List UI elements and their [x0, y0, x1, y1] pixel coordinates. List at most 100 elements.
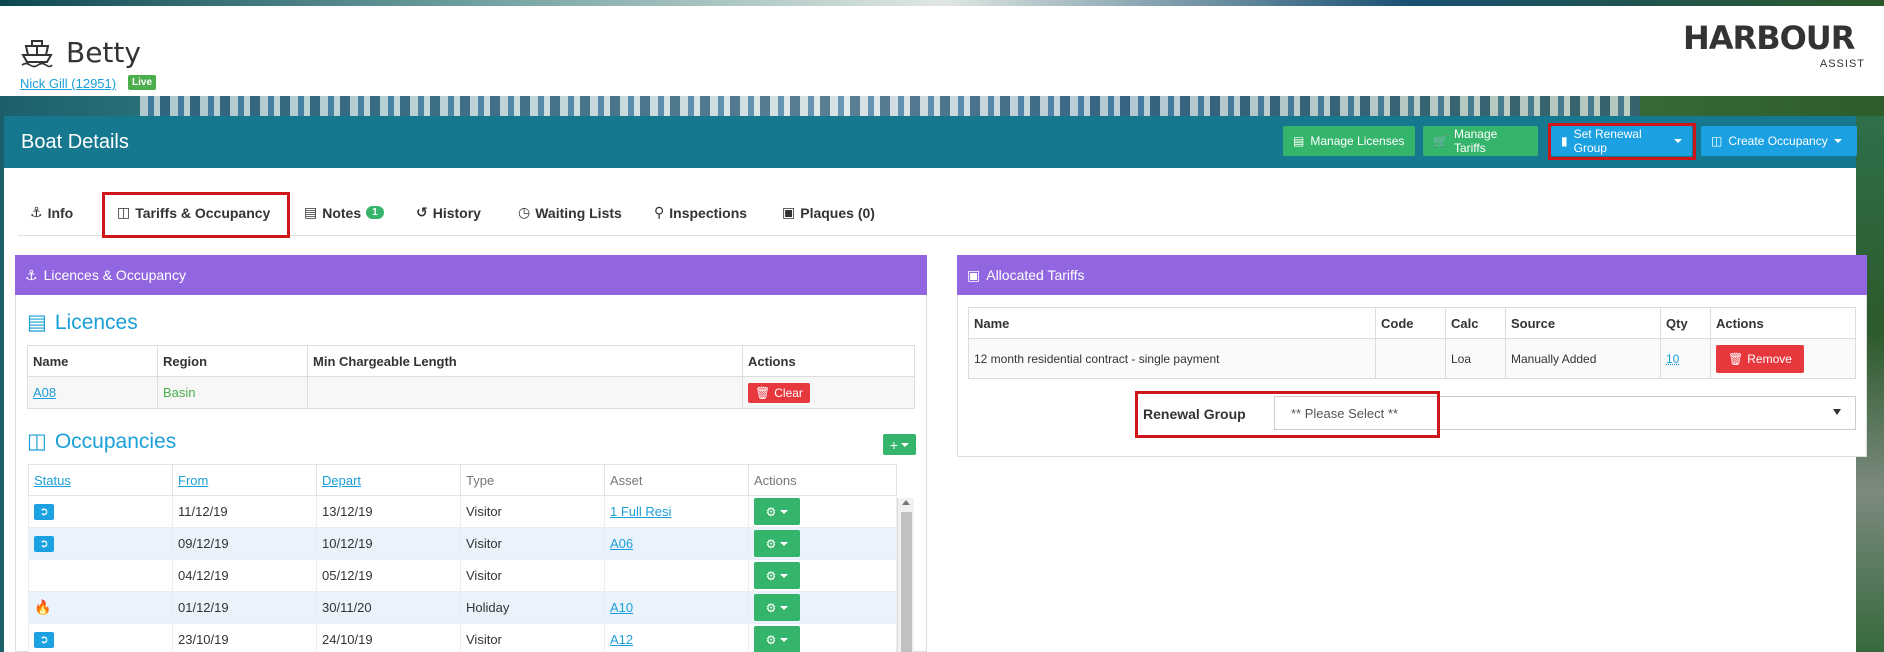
notes-count-badge: 1 [366, 206, 384, 219]
owner-link[interactable]: Nick Gill (12951) [20, 76, 116, 91]
col-qty: Qty [1660, 307, 1711, 339]
clear-button[interactable]: 🗑 Clear [748, 382, 810, 403]
chevron-down-icon [780, 509, 789, 514]
tab-notes-label: Notes [322, 204, 362, 221]
tab-plaques[interactable]: ▣ Plaques (0) [782, 204, 875, 221]
chevron-down-icon [1833, 139, 1842, 143]
occ-asset-link[interactable]: 1 Full Resi [610, 504, 671, 519]
occupancies-section-heading: ◫ Occupancies [27, 429, 176, 454]
clear-label: Clear [774, 385, 803, 400]
row-actions-button[interactable]: ⚙ [754, 498, 800, 525]
row-actions-button[interactable]: ⚙ [754, 594, 800, 621]
sort-status-link[interactable]: Status [34, 473, 71, 488]
occ-depart: 05/12/19 [316, 559, 461, 592]
occ-asset-link[interactable]: A06 [610, 536, 633, 551]
boat-name: Betty [66, 36, 141, 69]
occ-depart: 24/10/19 [316, 623, 461, 652]
col-name: Name [968, 307, 1376, 339]
live-status-badge: Live [128, 75, 157, 90]
cart-icon: 🛒 [1433, 134, 1448, 148]
create-occupancy-button[interactable]: ◫ Create Occupancy [1701, 126, 1857, 156]
clock-icon: ◷ [518, 204, 531, 220]
manage-tariffs-label: Manage Tariffs [1453, 127, 1498, 155]
occ-from: 09/12/19 [172, 527, 317, 560]
logo-sub-text: ASSIST [1819, 58, 1865, 70]
highlight-tariffs-tab [102, 192, 290, 238]
table-row: ➲ 11/12/19 13/12/19 Visitor 1 Full Resi … [28, 495, 897, 528]
search-icon: ⚲ [654, 204, 665, 220]
occupancies-table: Status From Depart Type Asset Actions ➲ … [28, 464, 897, 652]
tab-inspections-label: Inspections [669, 204, 748, 221]
tab-inspections[interactable]: ⚲ Inspections [654, 204, 747, 221]
tab-history-label: History [432, 204, 481, 221]
row-actions-button[interactable]: ⚙ [754, 530, 800, 557]
tariff-calc: Loa [1445, 338, 1506, 379]
licence-name-link[interactable]: A08 [33, 385, 56, 400]
tariffs-panel-header: ▣ Allocated Tariffs [957, 255, 1867, 295]
gear-icon: ⚙ [765, 568, 777, 583]
table-row: ➲ 09/12/19 10/12/19 Visitor A06 ⚙ [28, 527, 897, 560]
harbour-assist-logo: HARBOUR ASSIST [1683, 22, 1867, 74]
col-actions: Actions [1710, 307, 1856, 339]
col-actions: Actions [742, 345, 915, 377]
occ-asset-link[interactable]: A12 [610, 632, 633, 647]
logo-main-text: HARBOUR [1683, 19, 1855, 57]
occupancies-scrollbar[interactable] [897, 498, 914, 652]
page-title: Boat Details [21, 131, 129, 153]
remove-button[interactable]: 🗑 Remove [1716, 344, 1804, 373]
chevron-down-icon [780, 637, 789, 642]
licence-list-icon: ▤ [27, 311, 47, 334]
chevron-down-icon [780, 573, 789, 578]
add-occupancy-button[interactable]: + [883, 434, 916, 455]
trash-icon: 🗑 [755, 385, 771, 400]
licences-title: Licences [54, 310, 138, 334]
occ-from: 11/12/19 [172, 495, 317, 528]
scroll-up-arrow-icon[interactable] [902, 500, 910, 505]
table-row: 🔥 01/12/19 30/11/20 Holiday A10 ⚙ [28, 591, 897, 624]
gear-icon: ⚙ [765, 536, 777, 551]
document-icon: ▤ [304, 204, 318, 220]
occ-type: Visitor [460, 527, 605, 560]
chevron-down-icon [780, 605, 789, 610]
tab-info[interactable]: ⚓ Info [30, 204, 73, 221]
row-actions-button[interactable]: ⚙ [754, 562, 800, 589]
table-header-row: Name Code Calc Source Qty Actions [968, 307, 1856, 339]
bed-icon: ◫ [1711, 134, 1723, 148]
tab-history[interactable]: ↺ History [416, 204, 481, 221]
gear-icon: ⚙ [765, 632, 777, 647]
tab-notes[interactable]: ▤ Notes 1 [304, 204, 384, 221]
anchor-icon: ⚓ [25, 266, 38, 283]
table-row: ➲ 23/10/19 24/10/19 Visitor A12 ⚙ [28, 623, 897, 652]
tab-bar: ⚓ Info ◫ Tariffs & Occupancy ▤ Notes 1 ↺… [18, 196, 1856, 236]
occ-type: Holiday [460, 591, 605, 624]
table-header-row: Status From Depart Type Asset Actions [28, 464, 897, 496]
row-actions-button[interactable]: ⚙ [754, 626, 800, 652]
sort-depart-link[interactable]: Depart [322, 473, 361, 488]
tab-plaques-label: Plaques (0) [800, 204, 875, 221]
manage-tariffs-button[interactable]: 🛒 Manage Tariffs [1423, 126, 1538, 156]
background-dock-strip [140, 96, 1640, 116]
highlight-set-renewal-group [1548, 123, 1696, 160]
tab-waiting-lists[interactable]: ◷ Waiting Lists [518, 204, 622, 221]
col-type: Type [460, 464, 605, 496]
money-icon: ▣ [967, 266, 981, 283]
occ-from: 23/10/19 [172, 623, 317, 652]
manage-licenses-button[interactable]: ▤ Manage Licenses [1283, 126, 1415, 156]
occ-type: Visitor [460, 495, 605, 528]
occ-from: 04/12/19 [172, 559, 317, 592]
tariff-qty-link[interactable]: 10 [1666, 352, 1679, 366]
occ-asset-link[interactable]: A10 [610, 600, 633, 615]
table-row: A08 Basin 🗑 Clear [27, 376, 915, 409]
fire-status-icon: 🔥 [34, 599, 52, 615]
scrollbar-thumb[interactable] [901, 512, 912, 652]
plus-icon: + [889, 436, 899, 453]
table-header-row: Name Region Min Chargeable Length Action… [27, 345, 915, 377]
occ-depart: 30/11/20 [316, 591, 461, 624]
boat-icon [21, 40, 53, 68]
table-row: 12 month residential contract - single p… [968, 338, 1856, 379]
remove-label: Remove [1747, 351, 1792, 366]
chevron-down-icon [901, 442, 910, 447]
occupancies-title: Occupancies [54, 429, 177, 453]
licence-min-length [307, 376, 743, 409]
sort-from-link[interactable]: From [178, 473, 208, 488]
